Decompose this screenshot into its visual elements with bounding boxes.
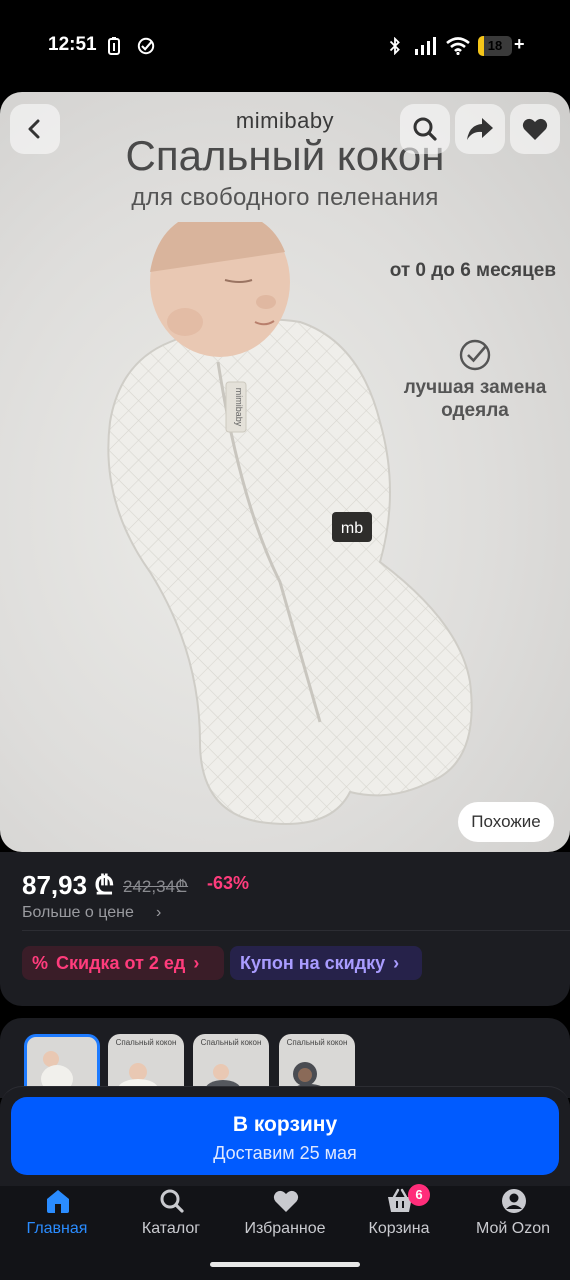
product-image[interactable]: mimibaby mb mimibaby Спальный кокон для …	[0, 92, 570, 852]
signal-icon	[415, 37, 436, 55]
cart-action-area: В корзину Доставим 25 мая	[0, 1086, 570, 1186]
profile-icon	[502, 1189, 526, 1213]
discount-percent: -63%	[207, 873, 250, 893]
chevron-left-icon	[28, 119, 40, 139]
coupon-chip-label: Купон на скидку	[240, 952, 386, 973]
heart-icon	[273, 1190, 299, 1212]
status-bar: 12:51 18 +	[0, 0, 570, 92]
check-circle-icon	[137, 37, 155, 55]
cart-count-badge: 6	[408, 1184, 430, 1206]
home-indicator[interactable]	[210, 1262, 360, 1267]
replacement-line-1: лучшая замена	[403, 377, 547, 398]
age-range-label: от 0 до 6 месяцев	[389, 260, 556, 281]
thumbnail-caption: Спальный кокон	[286, 1038, 348, 1047]
delivery-date: Доставим 25 мая	[213, 1143, 357, 1163]
old-price: 242,34₾	[123, 877, 189, 896]
patch-logo: mb	[341, 520, 363, 537]
share-button[interactable]	[455, 104, 505, 154]
divider	[22, 930, 570, 931]
thumbnail-caption: Спальный кокон	[200, 1038, 262, 1047]
product-subtitle: для свободного пеленания	[131, 184, 439, 211]
battery-level: 18	[487, 38, 503, 53]
current-price: 87,93 ₾	[22, 870, 115, 900]
nav-cart-label: Корзина	[368, 1220, 430, 1237]
search-icon	[160, 1189, 184, 1213]
thumbnail-caption: Спальный кокон	[115, 1038, 177, 1047]
search-icon	[413, 117, 437, 141]
nav-favorites[interactable]: Избранное	[228, 1186, 342, 1246]
nav-catalog[interactable]: Каталог	[114, 1186, 228, 1246]
add-to-cart-label: В корзину	[232, 1113, 338, 1136]
bluetooth-icon	[389, 37, 400, 55]
nav-profile-label: Мой Ozon	[475, 1220, 551, 1237]
favorite-button[interactable]	[510, 104, 560, 154]
add-to-cart-button[interactable]: В корзину Доставим 25 мая	[11, 1097, 559, 1175]
status-time: 12:51	[48, 34, 97, 55]
check-badge-icon	[459, 339, 491, 371]
zipper-tag-text: mimibaby	[234, 388, 244, 427]
nav-home-label: Главная	[26, 1220, 88, 1237]
battery-icon: 18	[478, 36, 512, 56]
nav-favorites-label: Избранное	[244, 1220, 326, 1237]
wifi-icon	[446, 37, 470, 55]
nav-cart[interactable]: 6 Корзина	[342, 1184, 456, 1246]
replacement-caption: лучшая замена одеяла	[380, 376, 570, 422]
battery-charging-plus: +	[514, 34, 525, 54]
home-icon	[47, 1190, 69, 1213]
chevron-right-icon: ›	[393, 952, 400, 973]
similar-button[interactable]: Похожие	[458, 802, 554, 842]
multi-unit-discount-chip[interactable]: % Скидка от 2 ед ›	[22, 946, 224, 980]
nav-profile[interactable]: Мой Ozon	[456, 1186, 570, 1246]
nav-home[interactable]: Главная	[0, 1186, 114, 1246]
back-button[interactable]	[10, 104, 60, 154]
chevron-right-icon: ›	[193, 952, 200, 973]
percent-icon: %	[32, 952, 49, 973]
chevron-right-icon: ›	[156, 904, 162, 921]
replacement-line-2: одеяла	[441, 400, 509, 421]
battery-saver-icon	[108, 37, 120, 55]
nav-catalog-label: Каталог	[141, 1220, 201, 1237]
coupon-chip[interactable]: Купон на скидку ›	[230, 946, 422, 980]
more-about-price-link[interactable]: Больше о цене	[22, 904, 134, 922]
share-arrow-icon	[467, 118, 493, 140]
search-button[interactable]	[400, 104, 450, 154]
product-photo: mimibaby mb	[107, 222, 473, 825]
sale-chip-label: Скидка от 2 ед	[56, 952, 186, 973]
price-section: 87,93 ₾ 242,34₾ -63% Больше о цене › % С…	[0, 852, 570, 1006]
heart-icon	[522, 118, 548, 140]
